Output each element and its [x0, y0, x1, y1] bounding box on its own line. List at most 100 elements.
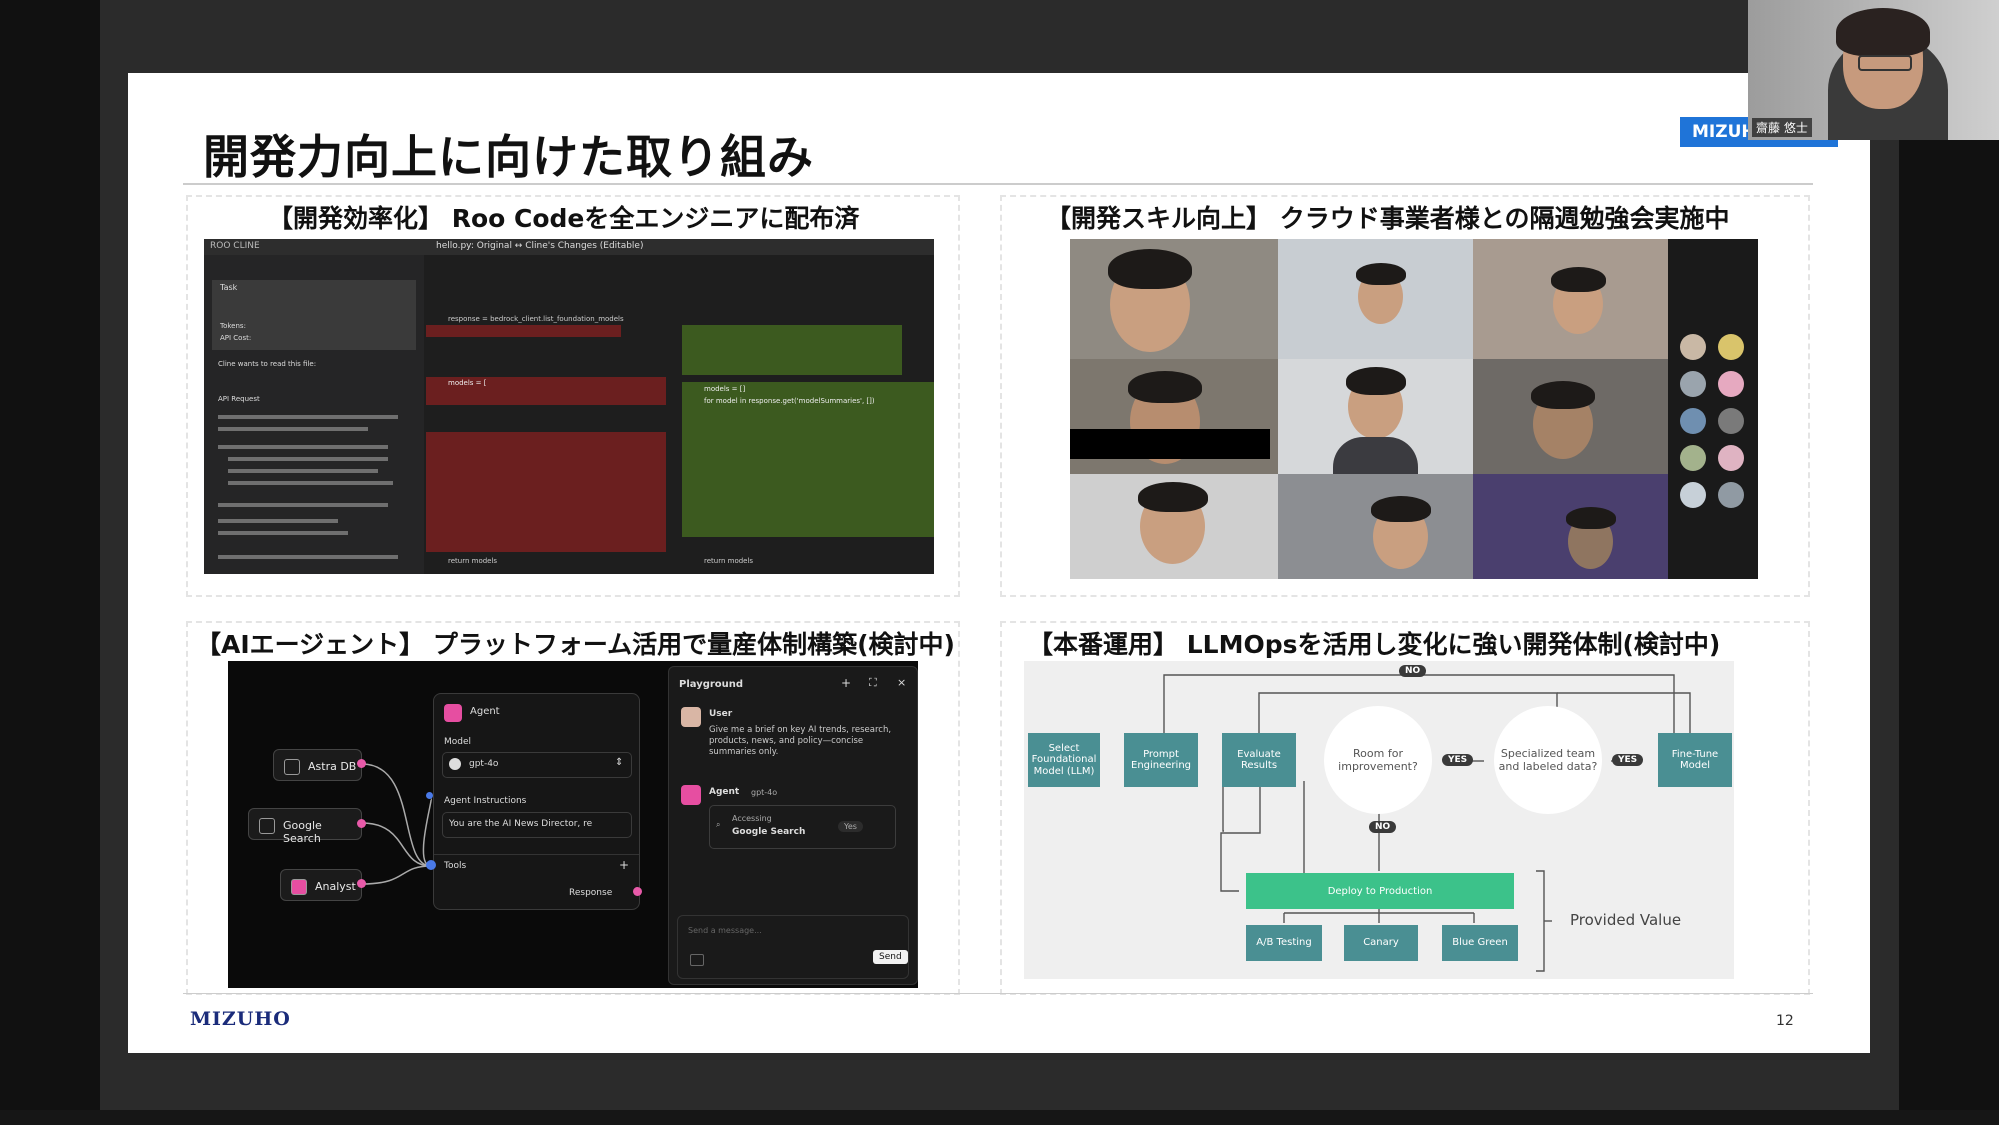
instructions-input[interactable]: You are the AI News Director, re [442, 812, 632, 838]
add-tool-icon[interactable]: + [619, 858, 629, 872]
prompt-engineering-step: Prompt Engineering [1124, 733, 1198, 787]
video-tile [1473, 239, 1668, 359]
analyst-node[interactable]: Analyst [280, 869, 362, 901]
title-divider [183, 183, 1813, 185]
agent-model: gpt-4o [751, 788, 778, 797]
api-request-label: API Request [218, 395, 260, 403]
mizuho-logo: MIZUHO [190, 1008, 291, 1030]
text-line [218, 531, 348, 535]
api-cost-label: API Cost: [220, 334, 252, 342]
presentation-slide: 開発力向上に向けた取り組み 【開発効率化】 Roo Codeを全エンジニアに配布… [128, 73, 1870, 1053]
tools-handle[interactable] [426, 860, 436, 870]
text-line [218, 445, 388, 449]
modified-code-line: models = [] [704, 385, 746, 393]
agent-avatar [681, 785, 701, 805]
video-tile [1473, 474, 1668, 579]
playground-panel: Playground + ⛶ × User Give me a brief on… [668, 666, 918, 985]
roo-sidebar-title: ROO CLINE [210, 241, 260, 251]
specialized-team-decision: Specialized team and labeled data? [1494, 706, 1602, 814]
search-icon [259, 818, 275, 834]
astra-db-node[interactable]: Astra DB [273, 749, 362, 781]
model-label: Model [444, 737, 472, 747]
attach-icon[interactable] [690, 954, 704, 966]
model-select[interactable]: gpt-4o ⇕ [442, 752, 632, 778]
search-icon: ⌕ [716, 820, 721, 829]
modified-code-line: for model in response.get('modelSummarie… [704, 397, 875, 405]
instructions-value: You are the AI News Director, re [449, 819, 593, 829]
original-code-line: return models [448, 557, 498, 565]
text-line [218, 503, 388, 507]
agent-title: Agent [470, 706, 500, 717]
connector-handle[interactable] [357, 879, 366, 888]
speaker-hair [1836, 8, 1930, 56]
roo-code-screenshot: hello.py: Original ↔ Cline's Changes (Ed… [204, 239, 934, 574]
select-chevron-icon: ⇕ [615, 757, 624, 768]
database-icon [284, 759, 300, 775]
tool-call-card[interactable]: Accessing Google Search ⌕ Yes [709, 805, 896, 849]
deploy-to-production-step: Deploy to Production [1246, 873, 1514, 909]
screen-left-border [0, 0, 100, 1125]
message-input[interactable]: Send a message... Send [677, 915, 909, 979]
provided-value-label: Provided Value [1570, 911, 1682, 929]
participant-thumbnail [1680, 334, 1706, 360]
deleted-block [426, 432, 666, 552]
accessing-label: Accessing [732, 814, 772, 823]
screen-right-border [1899, 0, 1999, 1125]
modified-code-line: return models [704, 557, 754, 565]
original-code-pane: models = [ response = bedrock_client.lis… [426, 257, 666, 574]
accessing-value: Google Search [732, 827, 806, 837]
name-bar [1070, 429, 1270, 459]
video-tile [1070, 239, 1278, 359]
participant-thumbnail-strip [1668, 239, 1758, 579]
participant-thumbnail [1718, 445, 1744, 471]
node-label: Analyst [315, 880, 356, 893]
user-avatar [681, 707, 701, 727]
connector-handle[interactable] [357, 759, 366, 768]
participant-thumbnail [1680, 408, 1706, 434]
text-line [228, 481, 393, 485]
no-label: NO [1399, 665, 1427, 677]
panel-heading-production: 【本番運用】 LLMOpsを活用し変化に強い開発体制(検討中) [1028, 630, 1721, 659]
video-tile [1070, 474, 1278, 579]
agent-icon [291, 879, 307, 895]
study-session-video-grid [1070, 239, 1758, 579]
no-label: NO [1369, 821, 1397, 833]
added-block [682, 382, 934, 537]
user-message: Give me a brief on key AI trends, resear… [709, 725, 892, 758]
agent-node-card[interactable]: Agent Model gpt-4o ⇕ Agent Instructions … [433, 693, 640, 910]
add-icon[interactable]: + [841, 676, 851, 690]
yes-label: YES [1442, 754, 1474, 766]
roo-sidebar: Task Tokens: API Cost: Cline wants to re… [204, 255, 424, 574]
screen-bottom-border [0, 1110, 1999, 1125]
participant-thumbnail [1680, 482, 1706, 508]
glasses [1858, 55, 1912, 71]
agent-icon [444, 704, 462, 722]
panel-heading-dev-efficiency: 【開発効率化】 Roo Codeを全エンジニアに配布済 [268, 204, 860, 233]
participant-thumbnail [1718, 408, 1744, 434]
participant-thumbnail [1718, 371, 1744, 397]
instructions-handle[interactable] [426, 792, 433, 799]
expand-icon[interactable]: ⛶ [869, 676, 877, 690]
close-icon[interactable]: × [897, 676, 906, 689]
send-button[interactable]: Send [873, 950, 908, 964]
panel-heading-ai-agent: 【AIエージェント】 プラットフォーム活用で量産体制構築(検討中) [196, 630, 955, 659]
node-label: Astra DB [308, 760, 357, 773]
participant-thumbnail [1718, 482, 1744, 508]
google-search-node[interactable]: Google Search [248, 808, 362, 845]
response-label: Response [569, 888, 613, 898]
participant-thumbnail [1680, 445, 1706, 471]
deleted-line [426, 325, 621, 337]
yes-label: YES [1612, 754, 1644, 766]
response-handle[interactable] [633, 887, 642, 896]
playground-title: Playground [679, 679, 744, 690]
connector-handle[interactable] [357, 819, 366, 828]
slide-title: 開発力向上に向けた取り組み [203, 130, 814, 184]
speaker-name-tag: 齋藤 悠士 [1752, 118, 1812, 137]
text-line [218, 427, 368, 431]
evaluate-results-step: Evaluate Results [1222, 733, 1296, 787]
select-model-step: Select Foundational Model (LLM) [1028, 733, 1100, 787]
task-label: Task [220, 283, 238, 292]
added-block [682, 325, 902, 375]
participant-thumbnail [1718, 334, 1744, 360]
editor-tab-bar: hello.py: Original ↔ Cline's Changes (Ed… [204, 239, 934, 255]
